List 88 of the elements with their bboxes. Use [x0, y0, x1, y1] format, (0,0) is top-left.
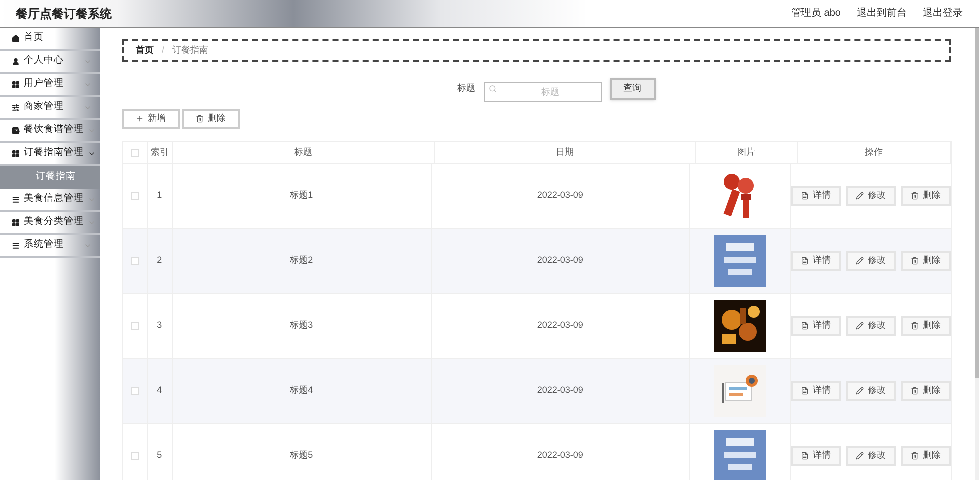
- column-header: 标题: [173, 142, 435, 163]
- title-cell-text: 标题3: [290, 319, 314, 332]
- breadcrumb-item: 订餐指南: [172, 44, 209, 57]
- detail-button[interactable]: 详情: [790, 381, 841, 401]
- row-checkbox[interactable]: [130, 387, 139, 395]
- sidebar-item[interactable]: 商家管理: [0, 97, 100, 120]
- pencil-icon: [856, 257, 864, 265]
- trash-icon: [910, 452, 919, 460]
- user-icon: [12, 58, 20, 66]
- menu-icon: [12, 242, 20, 250]
- breadcrumb-item[interactable]: 首页: [136, 44, 154, 58]
- search-button[interactable]: 查询: [610, 78, 656, 100]
- document-icon: [800, 192, 809, 200]
- index-cell-text: 5: [157, 449, 162, 462]
- breadcrumb-separator: /: [162, 44, 165, 57]
- delete-button[interactable]: 删除: [900, 316, 951, 336]
- edit-button[interactable]: 修改: [846, 186, 896, 206]
- sidebar-item[interactable]: 首页: [0, 28, 100, 51]
- home-icon: [12, 34, 20, 42]
- app-title: 餐厅点餐订餐系统: [16, 6, 112, 22]
- row-checkbox[interactable]: [130, 452, 139, 460]
- trash-icon: [910, 322, 919, 330]
- pencil-icon: [856, 192, 864, 200]
- sidebar-item[interactable]: 餐饮食谱管理: [0, 120, 100, 143]
- plus-icon: [136, 115, 144, 123]
- delete-button[interactable]: 删除: [900, 186, 951, 206]
- sliders-icon: [12, 104, 20, 112]
- search-field[interactable]: 标题: [484, 82, 602, 102]
- detail-button[interactable]: 详情: [790, 186, 841, 206]
- index-cell-text: 4: [157, 384, 162, 398]
- date-cell-text: 2022-03-09: [537, 319, 584, 332]
- wallet-icon: [12, 126, 20, 134]
- header-link[interactable]: 退出到前台: [857, 6, 907, 21]
- edit-button[interactable]: 修改: [846, 381, 896, 401]
- index-cell-text: 3: [157, 319, 162, 332]
- document-icon: [800, 387, 809, 395]
- header-link[interactable]: 退出登录: [923, 6, 963, 21]
- document-icon: [800, 257, 809, 265]
- detail-button[interactable]: 详情: [790, 446, 841, 466]
- title-cell-text: 标题1: [290, 189, 314, 202]
- add-button[interactable]: 新增: [122, 109, 180, 129]
- index-cell-text: 2: [157, 254, 162, 268]
- row-checkbox[interactable]: [130, 257, 139, 265]
- grid-icon: [12, 80, 20, 88]
- column-header: 日期: [435, 142, 696, 163]
- search-label: 标题: [458, 82, 476, 96]
- trash-icon: [910, 387, 919, 395]
- delete-button[interactable]: 删除: [182, 109, 240, 129]
- title-cell-text: 标题4: [290, 384, 314, 398]
- pencil-icon: [856, 452, 864, 460]
- column-header: 索引: [148, 142, 173, 163]
- document-icon: [800, 452, 809, 460]
- detail-button[interactable]: 详情: [790, 316, 841, 336]
- sidebar-item[interactable]: 美食分类管理: [0, 212, 100, 235]
- sidebar-item[interactable]: 美食信息管理: [0, 189, 100, 212]
- delete-button[interactable]: 删除: [900, 381, 951, 401]
- trash-icon: [910, 192, 919, 200]
- trash-icon: [910, 257, 919, 265]
- row-checkbox[interactable]: [130, 192, 139, 200]
- menu-icon: [12, 196, 20, 204]
- detail-button[interactable]: 详情: [790, 251, 841, 271]
- user-label: 管理员 abo: [792, 7, 841, 21]
- date-cell-text: 2022-03-09: [537, 384, 584, 398]
- edit-button[interactable]: 修改: [846, 251, 896, 271]
- index-cell-text: 1: [157, 189, 162, 202]
- trash-icon: [196, 115, 204, 123]
- date-cell-text: 2022-03-09: [537, 449, 584, 462]
- grid-icon: [12, 218, 20, 226]
- document-icon: [800, 322, 809, 330]
- date-cell-text: 2022-03-09: [537, 254, 584, 268]
- sidebar-item[interactable]: 用户管理: [0, 74, 100, 97]
- sidebar-item[interactable]: 个人中心: [0, 51, 100, 74]
- edit-button[interactable]: 修改: [846, 446, 896, 466]
- title-cell-text: 标题2: [290, 254, 314, 268]
- select-all-checkbox[interactable]: [131, 148, 139, 156]
- sidebar-item[interactable]: 系统管理: [0, 235, 100, 258]
- search-icon: [488, 85, 496, 93]
- edit-button[interactable]: 修改: [846, 316, 896, 336]
- column-header: 图片: [696, 142, 798, 163]
- column-header: 操作: [798, 142, 951, 163]
- title-cell-text: 标题5: [290, 449, 314, 462]
- delete-button[interactable]: 删除: [900, 251, 951, 271]
- date-cell-text: 2022-03-09: [537, 189, 584, 202]
- pencil-icon: [856, 387, 864, 395]
- pencil-icon: [856, 322, 864, 330]
- row-checkbox[interactable]: [130, 322, 139, 330]
- delete-button[interactable]: 删除: [900, 446, 951, 466]
- grid-icon: [12, 150, 20, 158]
